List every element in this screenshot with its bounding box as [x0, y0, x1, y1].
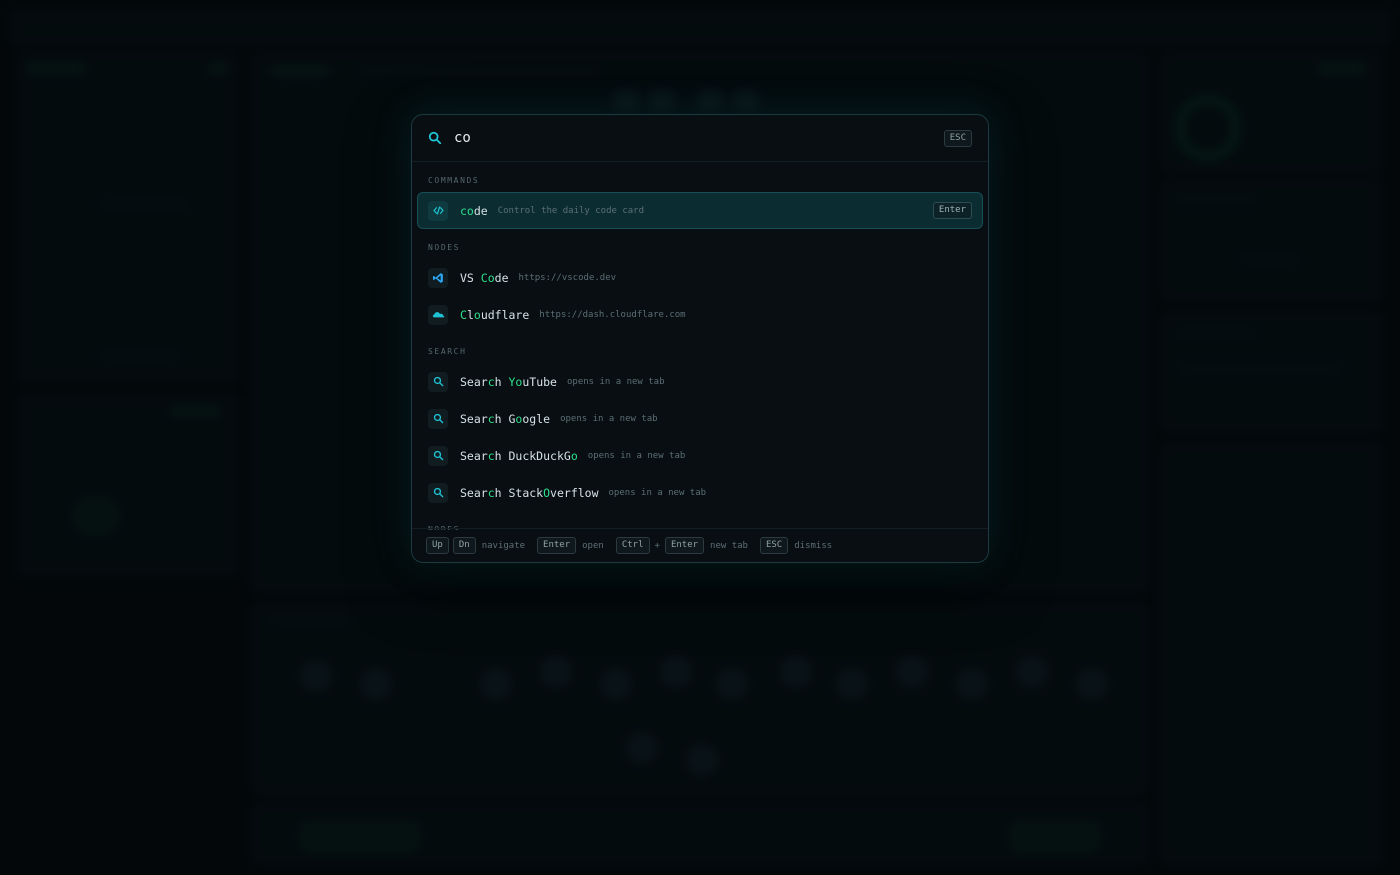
- title-text: Sear: [460, 448, 488, 463]
- match-highlight: Co: [480, 270, 495, 285]
- new-tab-hint: new tab: [710, 540, 748, 551]
- title-text: Sear: [460, 374, 488, 389]
- match-highlight: c: [487, 485, 495, 500]
- enter-key: Enter: [537, 537, 577, 554]
- title-text: h DuckDuckG: [494, 448, 571, 463]
- title-text: de: [473, 203, 488, 218]
- title-text: de: [494, 270, 509, 285]
- title-text: udflare: [480, 307, 530, 322]
- search-icon: [428, 131, 442, 145]
- search-icon: [428, 482, 448, 503]
- dismiss-hint: dismiss: [794, 540, 833, 551]
- result-item[interactable]: Cloudflare https://dash.cloudflare.com: [417, 296, 983, 333]
- title-text: uTube: [522, 374, 557, 389]
- match-highlight: Yo: [508, 374, 523, 389]
- result-subtitle: https://dash.cloudflare.com: [539, 309, 686, 320]
- result-item[interactable]: Search Google opens in a new tab: [417, 400, 983, 437]
- result-item[interactable]: Search YouTube opens in a new tab: [417, 363, 983, 400]
- title-text: h G: [494, 411, 516, 426]
- result-title: VS Code: [460, 271, 509, 285]
- enter-key-2: Enter: [664, 537, 705, 554]
- ctrl-key: Ctrl: [615, 537, 650, 554]
- search-icon: [428, 408, 448, 429]
- title-text: verflow: [550, 485, 599, 500]
- result-item[interactable]: code Control the daily code card Enter: [417, 192, 983, 229]
- title-text: Sear: [460, 485, 488, 500]
- esc-key-hint[interactable]: ESC: [943, 129, 972, 147]
- up-key: Up: [426, 537, 449, 554]
- result-subtitle: opens in a new tab: [608, 487, 707, 498]
- result-title: Search DuckDuckGo: [460, 449, 578, 463]
- search-input[interactable]: [454, 130, 944, 146]
- result-title: Search YouTube: [460, 375, 557, 389]
- title-text: VS: [460, 270, 481, 285]
- result-subtitle: opens in a new tab: [566, 376, 665, 387]
- result-subtitle: opens in a new tab: [587, 450, 686, 461]
- match-highlight: co: [460, 203, 474, 218]
- esc-key: ESC: [759, 537, 789, 554]
- match-highlight: c: [487, 448, 495, 463]
- section-label-commands: COMMANDS: [428, 176, 480, 185]
- match-highlight: O: [543, 485, 551, 500]
- navigate-hint: navigate: [481, 540, 526, 551]
- title-text: ogle: [522, 411, 551, 426]
- result-item[interactable]: Search StackOverflow opens in a new tab: [417, 474, 983, 511]
- down-key: Dn: [452, 537, 476, 554]
- result-title: code: [460, 204, 488, 218]
- result-title: Search Google: [460, 412, 550, 426]
- result-subtitle: https://vscode.dev: [518, 272, 617, 283]
- result-title: Search StackOverflow: [460, 486, 599, 500]
- title-text: h: [494, 374, 509, 389]
- result-title: Cloudflare: [460, 308, 529, 322]
- match-highlight: c: [487, 374, 495, 389]
- vscode-icon: [428, 267, 448, 288]
- result-item[interactable]: VS Code https://vscode.dev: [417, 259, 983, 296]
- code-icon: [428, 200, 448, 221]
- search-row: ESC: [412, 115, 988, 162]
- results-list: COMMANDS code Control the daily code card E…: [412, 162, 988, 530]
- plus-sign: +: [654, 540, 660, 551]
- match-highlight: o: [570, 448, 578, 463]
- command-palette: ESC COMMANDScodeControl the daily code c…: [411, 114, 989, 563]
- keyboard-hints-footer: Up Dn navigate Enter open Ctrl + Enter n…: [412, 528, 988, 562]
- section-label-nodes: NODES: [428, 243, 461, 252]
- match-highlight: o: [473, 307, 481, 322]
- result-subtitle: Control the daily code card: [497, 205, 645, 216]
- result-item[interactable]: Search DuckDuckGo opens in a new tab: [417, 437, 983, 474]
- title-text: h Stack: [494, 485, 544, 500]
- match-highlight: c: [487, 411, 495, 426]
- cloudflare-icon: [428, 304, 448, 325]
- title-text: l: [466, 307, 474, 322]
- result-subtitle: opens in a new tab: [560, 413, 658, 424]
- section-label-search: SEARCH: [428, 347, 467, 356]
- search-icon: [428, 445, 448, 466]
- search-icon: [428, 371, 448, 392]
- enter-key-hint: Enter: [932, 202, 972, 219]
- match-highlight: C: [460, 307, 467, 322]
- open-hint: open: [582, 540, 604, 551]
- title-text: Sear: [460, 411, 488, 426]
